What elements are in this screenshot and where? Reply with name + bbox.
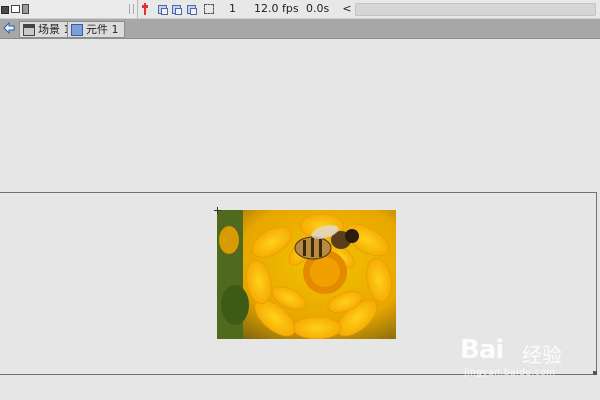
- watermark-url: jingyan.baidu.com: [464, 368, 556, 378]
- baidu-watermark: Bai 经验 jingyan.baidu.com: [460, 335, 600, 385]
- new-layer-icon[interactable]: [11, 5, 20, 13]
- onion-outline-icon[interactable]: [172, 5, 182, 15]
- onion-skin-icon[interactable]: [158, 5, 168, 15]
- timeline-scrollbar[interactable]: [355, 3, 596, 16]
- breadcrumb-label: 场景 1: [38, 22, 71, 36]
- frame-rate[interactable]: 12.0 fps: [254, 2, 299, 16]
- breadcrumb-symbol[interactable]: 元件 1: [67, 21, 125, 38]
- registration-point: [214, 207, 221, 214]
- breadcrumb-label: 元件 1: [86, 22, 119, 36]
- elapsed-time: 0.0s: [306, 2, 330, 15]
- stage-workspace[interactable]: Bai 经验 jingyan.baidu.com: [0, 39, 600, 400]
- back-arrow-icon[interactable]: [3, 22, 15, 34]
- watermark-text: 经验: [522, 343, 562, 367]
- timeline-scroll-left-button[interactable]: <: [340, 0, 354, 18]
- panel-resize-grip[interactable]: [129, 4, 134, 14]
- layer-controls: [0, 0, 138, 18]
- current-frame: 1: [229, 2, 236, 15]
- timeline-toolbar: 1 12.0 fps 0.0s <: [0, 0, 600, 19]
- stage-bitmap-image[interactable]: [217, 210, 396, 339]
- baidu-logo: Bai: [460, 335, 504, 365]
- playhead-icon[interactable]: [142, 3, 148, 15]
- bee-on-flower-image: [217, 210, 396, 339]
- edit-bar: 场景 1 元件 1: [0, 19, 600, 39]
- marker-range-icon[interactable]: [204, 4, 214, 14]
- edit-multiple-frames-icon[interactable]: [187, 5, 197, 15]
- symbol-icon: [71, 23, 83, 36]
- trash-icon[interactable]: [22, 4, 29, 14]
- clapper-icon: [23, 23, 35, 36]
- folder-icon[interactable]: [1, 6, 9, 14]
